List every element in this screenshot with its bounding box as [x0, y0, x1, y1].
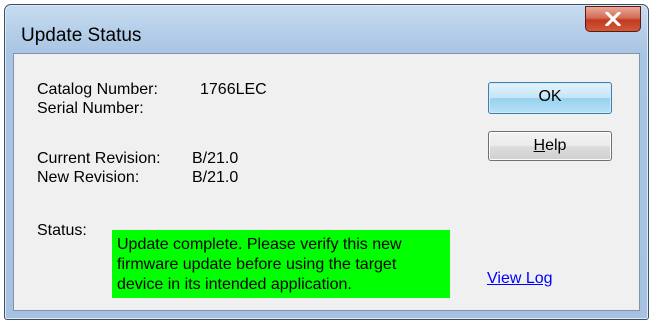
title-bar[interactable]: Update Status [5, 5, 648, 53]
catalog-number-value: 1766LEC [200, 81, 267, 98]
current-revision-label: Current Revision: [37, 150, 161, 167]
help-button-mnemonic: H [533, 137, 546, 154]
help-button[interactable]: Help [488, 131, 612, 161]
update-status-dialog: Update Status Catalog Number: 1766LEC Se… [4, 4, 649, 320]
dialog-body: Catalog Number: 1766LEC Serial Number: C… [13, 53, 640, 311]
status-message: Update complete. Please verify this new … [112, 230, 450, 298]
status-line: Update complete. Please verify this new [117, 236, 402, 253]
status-label: Status: [37, 222, 87, 239]
current-revision-value: B/21.0 [192, 150, 239, 167]
close-icon [605, 12, 621, 26]
new-revision-value: B/21.0 [192, 169, 239, 186]
dialog-title: Update Status [21, 25, 142, 46]
status-line: firmware update before using the target [117, 256, 397, 273]
status-line: device in its intended application. [117, 276, 352, 293]
help-button-suffix: elp [545, 137, 567, 154]
ok-button[interactable]: OK [488, 82, 612, 114]
close-button[interactable] [585, 6, 641, 32]
catalog-number-label: Catalog Number: [37, 81, 158, 98]
view-log-link[interactable]: View Log [487, 270, 553, 288]
serial-number-label: Serial Number: [37, 100, 144, 117]
new-revision-label: New Revision: [37, 169, 140, 186]
